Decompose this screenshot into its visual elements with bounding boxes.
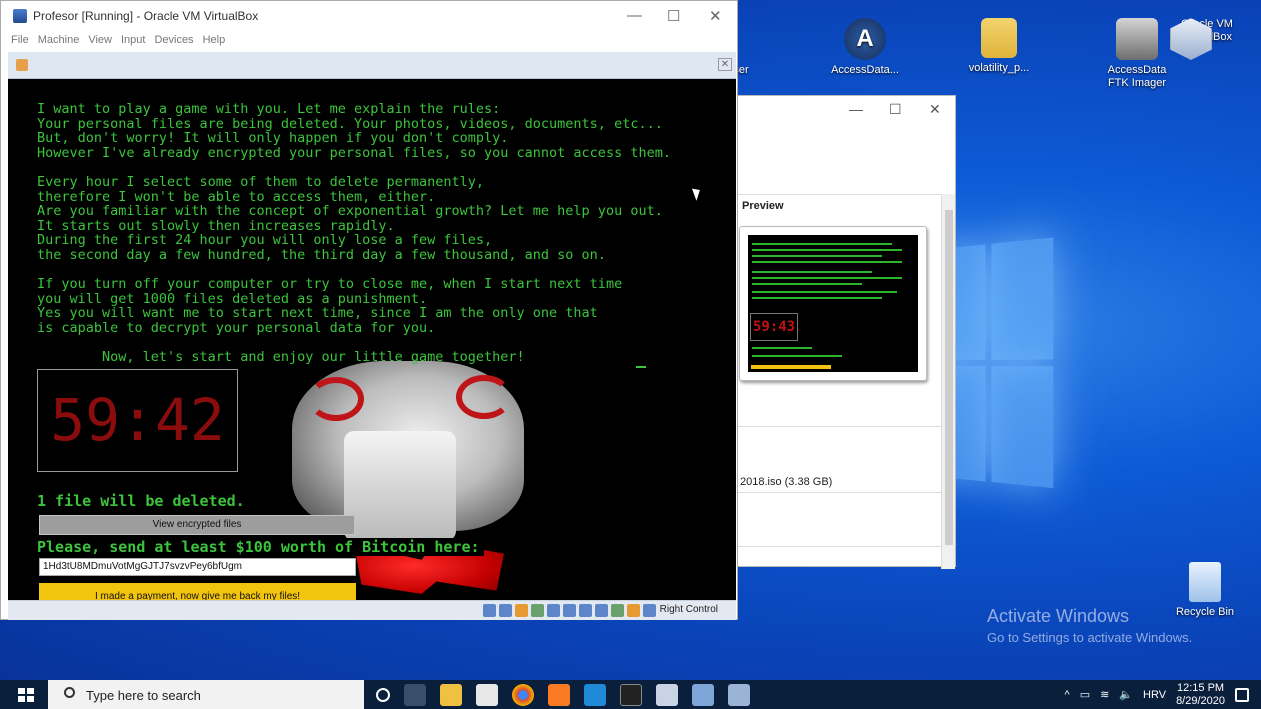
mouse-integration-icon[interactable] (627, 604, 640, 617)
xampp-icon[interactable] (548, 684, 570, 706)
guest-app-icon (16, 59, 28, 71)
minimize-icon[interactable]: — (849, 101, 863, 117)
keyboard-icon[interactable] (643, 604, 656, 617)
file-explorer-window[interactable]: — ☐ ✕ Preview 59:43 2018.iso (3.38 GB) (736, 95, 956, 567)
explorer-titlebar[interactable]: — ☐ ✕ (737, 96, 955, 126)
guest-window-titlebar: ✕ (8, 52, 736, 79)
file-size-row[interactable]: 2018.iso (3.38 GB) (740, 476, 832, 488)
virtualbox-app-icon (13, 9, 27, 23)
preview-thumbnail: 59:43 (739, 226, 927, 381)
thumbnail-timer: 59:43 (750, 313, 798, 341)
desktop-icon-accessdata[interactable]: A AccessData... (828, 18, 902, 77)
recycle-bin-icon (1189, 562, 1221, 602)
battery-icon[interactable]: ▭ (1080, 688, 1090, 701)
desktop-icon-ftk-imager[interactable]: AccessData FTK Imager (1100, 18, 1174, 90)
preview-scrollbar[interactable] (941, 194, 955, 569)
taskbar: Type here to search ^ ▭ ≋ 🔈 HRV 12:15 PM… (0, 680, 1261, 709)
task-view-icon[interactable] (404, 684, 426, 706)
desktop-icon-volatility[interactable]: volatility_p... (962, 18, 1036, 75)
maximize-icon[interactable]: ☐ (889, 101, 902, 118)
system-tray: ^ ▭ ≋ 🔈 HRV 12:15 PM 8/29/2020 (1065, 680, 1261, 709)
device-status-icons (483, 604, 656, 617)
menu-file[interactable]: File (11, 34, 29, 46)
view-encrypted-files-button[interactable]: View encrypted files (39, 515, 355, 535)
menu-input[interactable]: Input (121, 34, 145, 46)
text-cursor (636, 366, 646, 368)
preview-label: Preview (742, 200, 784, 212)
deletion-notice: 1 file will be deleted. (37, 492, 245, 510)
mouse-pointer-icon (692, 186, 703, 201)
accessdata-icon: A (844, 18, 886, 60)
menu-devices[interactable]: Devices (154, 34, 193, 46)
store-icon[interactable] (476, 684, 498, 706)
shared-folders-icon[interactable] (563, 604, 576, 617)
virtualbox-window[interactable]: Profesor [Running] - Oracle VM VirtualBo… (0, 0, 738, 620)
clock[interactable]: 12:15 PM 8/29/2020 (1176, 682, 1225, 708)
ransom-message: I want to play a game with you. Let me e… (37, 102, 671, 365)
chrome-icon[interactable] (512, 684, 534, 706)
network-icon[interactable] (531, 604, 544, 617)
file-explorer-icon[interactable] (440, 684, 462, 706)
maximize-icon[interactable]: ☐ (667, 7, 680, 25)
menu-help[interactable]: Help (203, 34, 226, 46)
cortana-icon[interactable] (376, 688, 390, 702)
wireshark-icon[interactable] (728, 684, 750, 706)
taskbar-search-box[interactable]: Type here to search (48, 680, 364, 709)
close-icon[interactable]: ✕ (929, 101, 941, 118)
video-capture-icon[interactable] (595, 604, 608, 617)
optical-drive-icon[interactable] (499, 604, 512, 617)
language-indicator[interactable]: HRV (1143, 689, 1166, 701)
usb-icon[interactable] (547, 604, 560, 617)
menu-view[interactable]: View (88, 34, 112, 46)
desktop-icon-virtualbox[interactable]: Oracle VM VirtualBox (1170, 18, 1244, 44)
close-icon[interactable]: ✕ (709, 7, 722, 25)
harddisk-icon[interactable] (483, 604, 496, 617)
wifi-icon[interactable]: ≋ (1100, 688, 1109, 701)
activate-windows-watermark: Activate Windows Go to Settings to activ… (987, 606, 1192, 645)
payment-made-button[interactable]: I made a payment, now give me back my fi… (39, 583, 356, 600)
vm-screen[interactable]: I want to play a game with you. Let me e… (8, 79, 736, 600)
display-icon[interactable] (579, 604, 592, 617)
vscode-icon[interactable] (584, 684, 606, 706)
guest-close-icon[interactable]: ✕ (718, 58, 732, 71)
bitcoin-prompt: Please, send at least $100 worth of Bitc… (37, 538, 484, 556)
terminal-icon[interactable] (620, 684, 642, 706)
menu-machine[interactable]: Machine (38, 34, 80, 46)
folder-icon (981, 18, 1017, 58)
windows-start-icon[interactable] (18, 688, 34, 702)
window-title: Profesor [Running] - Oracle VM VirtualBo… (13, 9, 258, 23)
bitcoin-address-field[interactable]: 1Hd3tU8MDmuVotMgGJTJ7svzvPey6bfUgm (39, 558, 356, 576)
taskbar-apps (376, 684, 750, 706)
minimize-icon[interactable]: — (627, 7, 642, 24)
virtualbox-taskbar-icon[interactable] (656, 684, 678, 706)
vm-statusbar: Right Control (8, 600, 736, 620)
audio-icon[interactable] (515, 604, 528, 617)
volume-icon[interactable]: 🔈 (1119, 688, 1133, 701)
menu-bar: File Machine View Input Devices Help (11, 34, 225, 46)
notification-icon[interactable] (1235, 688, 1249, 702)
cpu-icon[interactable] (611, 604, 624, 617)
search-icon (64, 687, 75, 698)
ftk-imager-icon (1116, 18, 1158, 60)
host-key-label: Right Control (660, 604, 718, 615)
countdown-timer: 59:42 (37, 369, 238, 472)
chevron-up-icon[interactable]: ^ (1065, 689, 1070, 701)
ftk-taskbar-icon[interactable] (692, 684, 714, 706)
